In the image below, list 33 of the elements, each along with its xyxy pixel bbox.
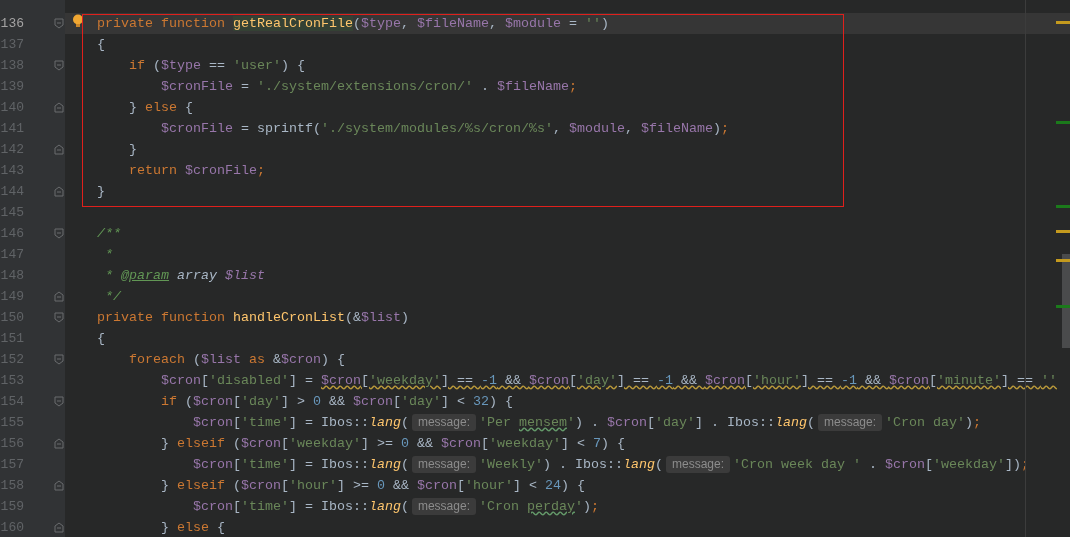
code-text: } else { <box>159 518 225 537</box>
code-text: foreach ($list as &$cron) { <box>128 350 345 369</box>
code-text: $cronFile = './system/extensions/cron/' . $fileName; <box>159 77 577 96</box>
code-text: $cron['time'] = Ibos::lang( <box>191 455 409 474</box>
inlay-hint: message: <box>817 414 882 431</box>
inlay-hint: message: <box>665 456 730 473</box>
code-text: $cronFile = sprintf('./system/modules/%s/cron/%s', $module, $fileName); <box>159 119 729 138</box>
line-number: 136 <box>0 14 24 33</box>
code-text: { <box>96 329 105 348</box>
code-text: $cron['disabled'] = $cron['weekday'] == -1 && $cron['day'] == -1 && $cron['hour'] == -1 && $cron['minute'] == '' <box>159 371 1057 390</box>
inlay-hint: message: <box>411 498 476 515</box>
code-text: 'Weekly') . Ibos::lang( <box>479 455 663 474</box>
code-text: } <box>128 140 137 159</box>
code-text: 'Cron day'); <box>885 413 981 432</box>
code-text: return $cronFile; <box>128 161 265 180</box>
inlay-hint: message: <box>411 456 476 473</box>
code-text: { <box>96 35 105 54</box>
code-text: if ($cron['day'] > 0 && $cron['day'] < 32) { <box>159 392 513 411</box>
code-text: private function handleCronList(&$list) <box>96 308 409 327</box>
code-text: * @param array $list <box>104 266 265 285</box>
code-text: 'Cron perday'); <box>479 497 599 516</box>
code-text: $cron['time'] = Ibos::lang( <box>191 497 409 516</box>
inlay-hint: message: <box>411 414 476 431</box>
code-text: } else { <box>128 98 193 117</box>
code-text: /** <box>96 224 121 243</box>
code-text: if ($type == 'user') { <box>128 56 305 75</box>
code-text: } <box>96 182 105 201</box>
code-text: $cron['time'] = Ibos::lang( <box>191 413 409 432</box>
code-text: * <box>104 245 113 264</box>
code-text: 'Per mensem') . $cron['day'] . Ibos::lang( <box>479 413 815 432</box>
code-text: } elseif ($cron['hour'] >= 0 && $cron['hour'] < 24) { <box>159 476 585 495</box>
code-text: */ <box>104 287 121 306</box>
code-text: } elseif ($cron['weekday'] >= 0 && $cron['weekday'] < 7) { <box>159 434 625 453</box>
